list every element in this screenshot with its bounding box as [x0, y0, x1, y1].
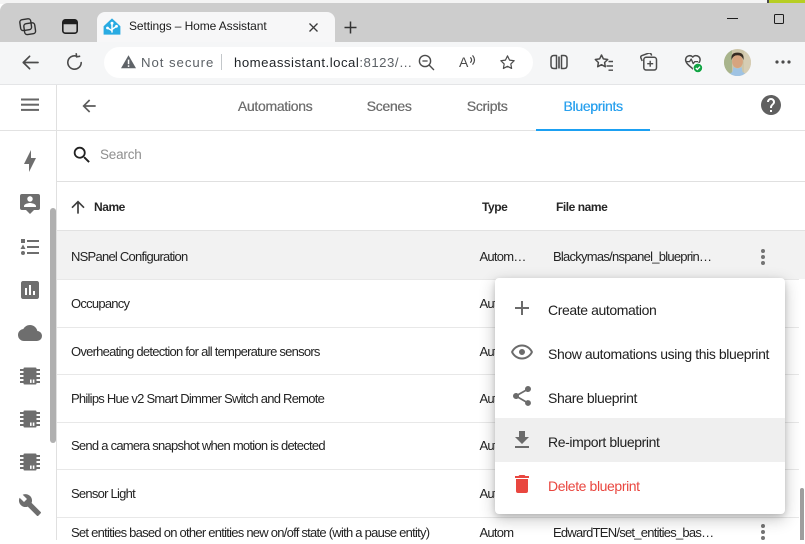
svg-text:A: A — [459, 54, 469, 70]
